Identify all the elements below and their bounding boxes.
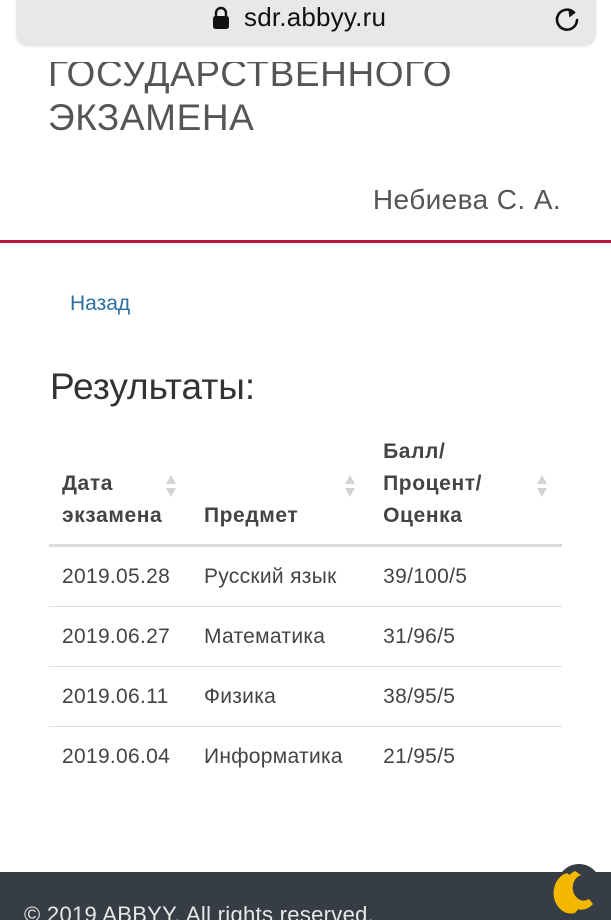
cell-score: 38/95/5 [370,666,562,727]
column-header-subject[interactable]: Предмет [190,432,371,547]
sort-icon[interactable] [536,474,548,498]
lock-icon [213,6,229,29]
sort-icon[interactable] [344,474,356,498]
header-divider [0,240,611,243]
back-link[interactable]: Назад [70,292,130,316]
cell-score: 31/96/5 [370,606,562,667]
table-row: 2019.05.28 Русский язык 39/100/5 [49,545,562,607]
cell-subject: Математика [190,606,371,667]
browser-toolbar: sdr.abbyy.ru [0,0,611,62]
cell-date: 2019.06.11 [49,666,191,727]
column-header-date[interactable]: Дата экзамена [49,432,191,547]
chat-widget-icon[interactable] [553,862,605,918]
table-row: 2019.06.11 Физика 38/95/5 [49,666,562,727]
column-header-label: Предмет [203,504,299,527]
results-heading: Результаты: [50,366,256,407]
page-title-line1: ГОСУДАРСТВЕННОГО [48,62,453,94]
cell-score: 39/100/5 [370,545,562,607]
copyright-text: © 2019 ABBYY. All rights reserved. [24,902,375,920]
page-title-wrapper: ГОСУДАРСТВЕННОГО ЭКЗАМЕНА [0,62,611,142]
column-header-label: Дата экзамена [62,472,163,527]
cell-subject: Информатика [203,744,343,768]
cell-date: 2019.06.04 [62,744,171,768]
cell-date: 2019.05.28 [49,545,191,607]
column-header-label: Балл/ Процент/ Оценка [383,440,483,527]
sort-icon[interactable] [165,474,177,498]
table-header-row: Дата экзамена Предмет Балл/ Процент/ Оце… [49,432,562,547]
page-title: ГОСУДАРСТВЕННОГО ЭКЗАМЕНА [48,62,568,140]
column-header-score[interactable]: Балл/ Процент/ Оценка [370,432,562,547]
table-row: 2019.06.04 Информатика 21/95/5 [49,727,562,787]
user-name: Небиева С. А. [372,184,561,215]
page-title-line2: ЭКЗАМЕНА [48,97,255,138]
reload-icon[interactable] [552,4,582,34]
table-row: 2019.06.27 Математика 31/96/5 [49,606,562,667]
cell-date: 2019.06.27 [49,606,191,667]
url-text[interactable]: sdr.abbyy.ru [244,2,386,33]
footer: © 2019 ABBYY. All rights reserved. [0,872,611,920]
cell-subject: Физика [190,666,371,727]
cell-score: 21/95/5 [383,744,456,768]
cell-subject: Русский язык [190,545,371,607]
results-table: Дата экзамена Предмет Балл/ Процент/ Оце… [49,432,562,786]
